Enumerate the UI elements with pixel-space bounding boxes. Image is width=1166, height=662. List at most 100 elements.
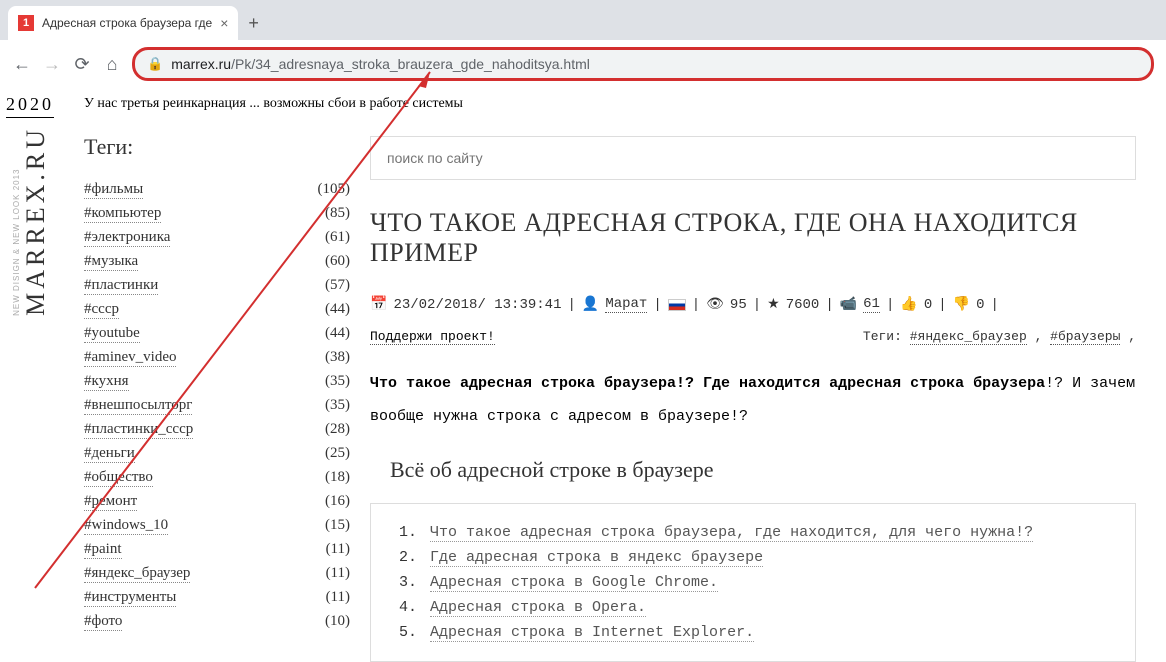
- thumbs-down-count: 0: [976, 297, 984, 313]
- tag-item: #пластинки_ссср (28): [84, 418, 350, 442]
- toc-item: Что такое адресная строка браузера, где …: [399, 520, 1115, 545]
- tag-link[interactable]: #деньги: [84, 445, 135, 463]
- tag-item: #деньги(25): [84, 442, 350, 466]
- tag-link-2[interactable]: #браузеры: [1050, 329, 1120, 345]
- tag-count: (15): [325, 517, 350, 534]
- toc-link[interactable]: Адресная строка в Opera.: [430, 599, 646, 617]
- tag-count: (10): [325, 613, 350, 630]
- page-body: 2020 NEW DISIGN & NEW LOOK 2013 MARREX.R…: [0, 88, 1166, 655]
- tag-link[interactable]: #ссср: [84, 301, 119, 319]
- forward-button[interactable]: →: [42, 54, 62, 75]
- browser-tab[interactable]: 1 Адресная строка браузера где ×: [8, 6, 238, 40]
- toc-link[interactable]: Что такое адресная строка браузера, где …: [430, 524, 1033, 542]
- tag-item: #музыка (60): [84, 250, 350, 274]
- tag-link[interactable]: #paint: [84, 541, 122, 559]
- back-button[interactable]: ←: [12, 54, 32, 75]
- main-area: У нас третья реинкарнация ... возможны с…: [60, 88, 1166, 655]
- toc-item: Адресная строка в Opera.: [399, 595, 1115, 620]
- article-lead: Что такое адресная строка браузера!? Где…: [370, 367, 1136, 433]
- tag-link[interactable]: #фильмы: [84, 181, 143, 199]
- search-input[interactable]: [387, 150, 1119, 166]
- tag-count: (35): [325, 397, 350, 414]
- tag-count: (35): [325, 373, 350, 390]
- tag-item: #windows_10 (15): [84, 514, 350, 538]
- tag-item: #paint(11): [84, 538, 350, 562]
- tag-item: #общество (18): [84, 466, 350, 490]
- video-icon: 📹: [840, 296, 857, 313]
- toc-link[interactable]: Где адресная строка в яндекс браузере: [430, 549, 763, 567]
- tag-item: #инструменты(11): [84, 586, 350, 610]
- tag-link[interactable]: #компьютер: [84, 205, 161, 223]
- address-bar[interactable]: 🔒 marrex.ru/Pk/34_adresnaya_stroka_brauz…: [132, 47, 1154, 81]
- tag-count: (18): [325, 469, 350, 486]
- tag-link[interactable]: #пластинки_ссср: [84, 421, 193, 439]
- thumbs-down-icon[interactable]: 👎: [953, 296, 970, 313]
- tag-item: #ссср (44): [84, 298, 350, 322]
- eye-icon: 👁: [706, 296, 724, 313]
- reload-button[interactable]: ⟳: [72, 54, 92, 75]
- toc-link[interactable]: Адресная строка в Google Chrome.: [430, 574, 718, 592]
- tag-link[interactable]: #фото: [84, 613, 122, 631]
- tag-count: (28): [325, 421, 350, 438]
- left-rail: 2020 NEW DISIGN & NEW LOOK 2013 MARREX.R…: [0, 88, 60, 655]
- year-label: 2020: [6, 94, 54, 118]
- thumbs-up-icon[interactable]: 👍: [900, 296, 917, 313]
- video-count[interactable]: 61: [863, 296, 880, 313]
- views-count: 95: [730, 297, 747, 313]
- tag-item: #youtube(44): [84, 322, 350, 346]
- home-button[interactable]: ⌂: [102, 54, 122, 75]
- tag-link[interactable]: #windows_10: [84, 517, 168, 535]
- tag-link[interactable]: #инструменты: [84, 589, 176, 607]
- tab-bar: 1 Адресная строка браузера где × +: [0, 0, 1166, 40]
- calendar-icon: 📅: [370, 296, 387, 313]
- tag-link[interactable]: #внешпосылторг: [84, 397, 192, 415]
- tag-link[interactable]: #электроника: [84, 229, 170, 247]
- site-notice: У нас третья реинкарнация ... возможны с…: [60, 88, 1166, 124]
- tag-link[interactable]: #общество: [84, 469, 153, 487]
- tag-count: (16): [325, 493, 350, 510]
- toc-list: Что такое адресная строка браузера, где …: [391, 520, 1115, 645]
- logo-tagline: NEW DISIGN & NEW LOOK 2013: [12, 126, 21, 316]
- tag-link[interactable]: #youtube: [84, 325, 140, 343]
- tag-link[interactable]: #ремонт: [84, 493, 137, 511]
- tag-item: #внешпосылторг (35): [84, 394, 350, 418]
- tag-link[interactable]: #яндекс_браузер: [84, 565, 190, 583]
- article-title: ЧТО ТАКОЕ АДРЕСНАЯ СТРОКА, ГДЕ ОНА НАХОД…: [370, 208, 1136, 268]
- tag-item: #фото (10): [84, 610, 350, 634]
- content: ЧТО ТАКОЕ АДРЕСНАЯ СТРОКА, ГДЕ ОНА НАХОД…: [370, 124, 1166, 662]
- lock-icon: 🔒: [147, 56, 163, 72]
- toc-link[interactable]: Адресная строка в Internet Explorer.: [430, 624, 754, 642]
- tag-item: #aminev_video (38): [84, 346, 350, 370]
- tag-item: #компьютер(85): [84, 202, 350, 226]
- tag-count: (44): [325, 301, 350, 318]
- star-icon: ★: [767, 296, 780, 313]
- article-tags: Теги: #яндекс_браузер , #браузеры ,: [863, 329, 1136, 345]
- stars-count: 7600: [786, 297, 820, 313]
- tag-count: (38): [325, 349, 350, 366]
- close-tab-icon[interactable]: ×: [220, 15, 228, 31]
- browser-chrome: 1 Адресная строка браузера где × + ← → ⟳…: [0, 0, 1166, 88]
- tag-link-1[interactable]: #яндекс_браузер: [910, 329, 1027, 345]
- tag-link[interactable]: #пластинки: [84, 277, 158, 295]
- author-link[interactable]: Марат: [605, 296, 647, 313]
- tag-link[interactable]: #кухня: [84, 373, 129, 391]
- tag-item: #кухня (35): [84, 370, 350, 394]
- support-row: Поддержи проект! Теги: #яндекс_браузер ,…: [370, 329, 1136, 345]
- search-box[interactable]: [370, 136, 1136, 180]
- section-title: Всё об адресной строке в браузере: [370, 457, 1136, 483]
- support-link[interactable]: Поддержи проект!: [370, 329, 495, 345]
- url-text: marrex.ru/Pk/34_adresnaya_stroka_brauzer…: [171, 56, 590, 72]
- tag-link[interactable]: #aminev_video: [84, 349, 176, 367]
- tag-list: #фильмы(105)#компьютер(85) #электроника (6…: [84, 178, 350, 634]
- favicon: 1: [18, 15, 34, 31]
- tag-count: (61): [325, 229, 350, 246]
- tag-count: (60): [325, 253, 350, 270]
- tag-item: #фильмы(105): [84, 178, 350, 202]
- tag-link[interactable]: #музыка: [84, 253, 138, 271]
- article-meta: 📅 23/02/2018/ 13:39:41 | 👤 Марат | | 👁 9…: [370, 296, 1136, 313]
- site-logo[interactable]: MARREX.RU: [21, 126, 51, 316]
- tab-title: Адресная строка браузера где: [42, 16, 212, 30]
- new-tab-button[interactable]: +: [248, 13, 259, 34]
- tag-count: (57): [325, 277, 350, 294]
- sidebar-title: Теги:: [84, 134, 350, 160]
